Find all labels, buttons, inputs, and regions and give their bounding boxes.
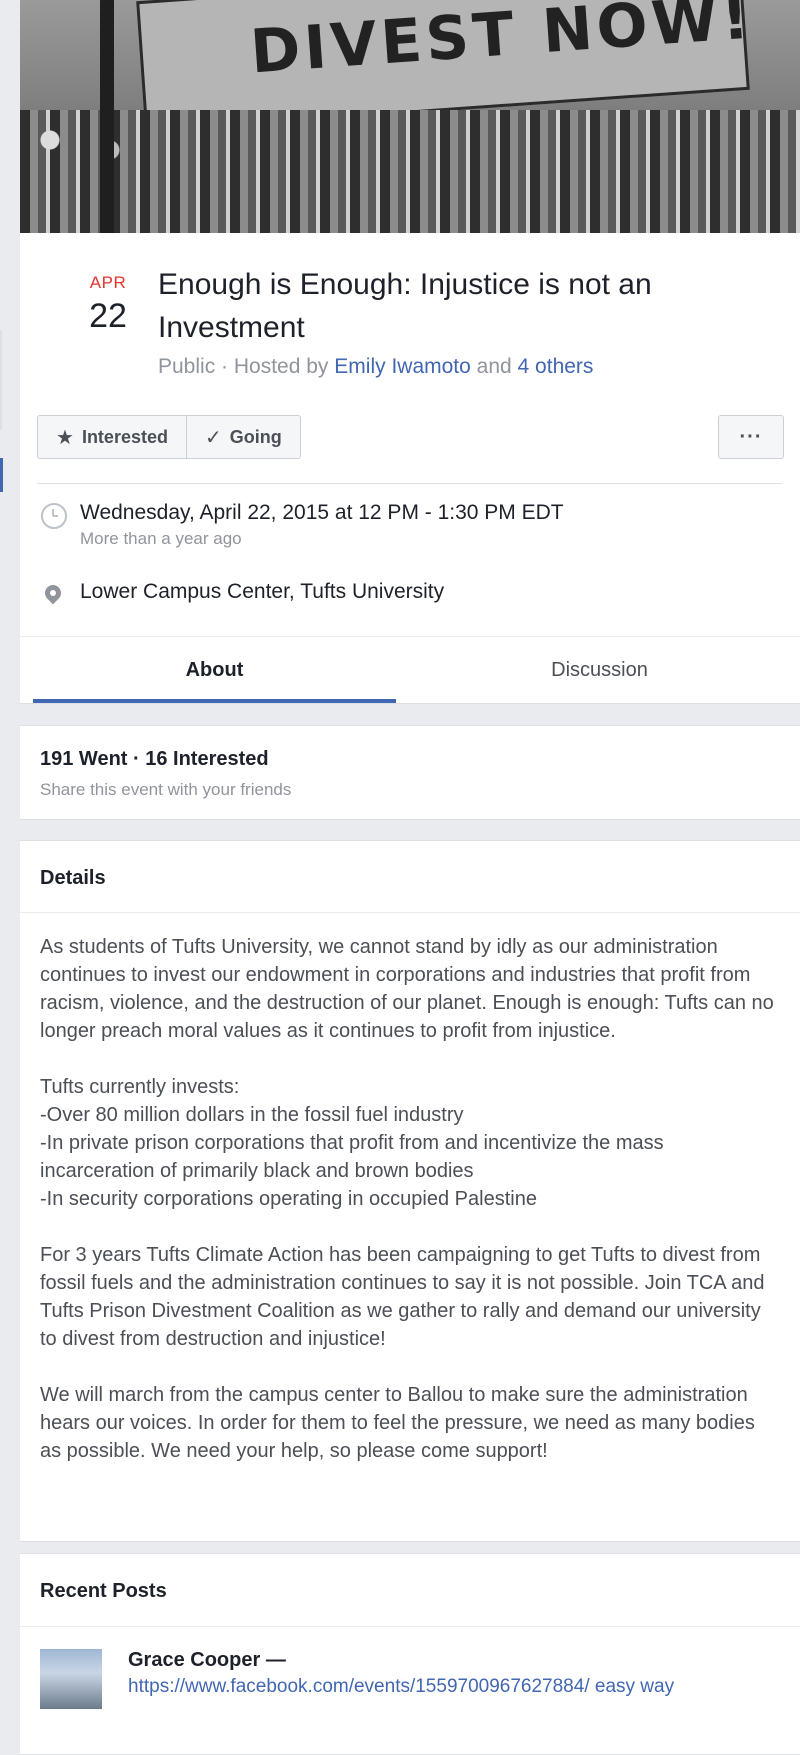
- separator-dot: ·: [221, 355, 234, 378]
- event-location-row[interactable]: Lower Campus Center, Tufts University: [37, 580, 782, 633]
- recent-posts-divider: [20, 1626, 800, 1627]
- details-paragraph: For 3 years Tufts Climate Action has bee…: [40, 1244, 765, 1350]
- event-tabs: About Discussion: [20, 636, 800, 703]
- host-line: Public · Hosted by Emily Iwamoto and 4 o…: [158, 355, 593, 379]
- star-icon: ★: [56, 426, 74, 449]
- interested-button[interactable]: ★ Interested: [38, 416, 186, 458]
- details-body: As students of Tufts University, we cann…: [40, 933, 780, 1493]
- header-divider: [37, 483, 782, 484]
- privacy-label: Public: [158, 355, 216, 378]
- rsvp-button-group: ★ Interested ✓ Going: [37, 415, 301, 459]
- avatar[interactable]: [40, 1649, 102, 1709]
- recent-posts-title: Recent Posts: [40, 1580, 167, 1602]
- details-paragraph: Tufts currently invests: -Over 80 millio…: [40, 1076, 664, 1210]
- post-link[interactable]: https://www.facebook.com/events/15597009…: [128, 1676, 674, 1698]
- more-options-button[interactable]: ···: [718, 415, 784, 459]
- cover-tree: [100, 0, 114, 233]
- details-paragraph: As students of Tufts University, we cann…: [40, 936, 774, 1042]
- details-divider: [20, 912, 800, 913]
- cover-crowd: [20, 110, 800, 233]
- hosted-by-label: Hosted by: [233, 355, 329, 378]
- left-edge-active-indicator: [0, 458, 3, 492]
- share-prompt: Share this event with your friends: [40, 780, 292, 799]
- event-month: APR: [89, 273, 127, 292]
- event-relative-time: More than a year ago: [80, 529, 242, 548]
- attendance-card: 191 Went · 16 Interested Share this even…: [20, 725, 800, 820]
- details-card: Details As students of Tufts University,…: [20, 840, 800, 1542]
- tab-about[interactable]: About: [33, 637, 396, 703]
- tab-discussion[interactable]: Discussion: [418, 637, 781, 703]
- attendance-summary[interactable]: 191 Went · 16 Interested: [40, 748, 269, 771]
- and-label: and: [476, 355, 512, 378]
- event-datetime: Wednesday, April 22, 2015 at 12 PM - 1:3…: [80, 501, 564, 524]
- going-button[interactable]: ✓ Going: [185, 416, 300, 458]
- left-edge-panel: [0, 0, 20, 1688]
- going-label: Going: [229, 426, 282, 447]
- post-author-name[interactable]: Grace Cooper —: [128, 1649, 286, 1672]
- left-edge-divider: [0, 330, 2, 430]
- cover-photo[interactable]: DIVEST NOW!: [20, 0, 800, 233]
- event-date: APR 22: [65, 273, 151, 336]
- details-paragraph: We will march from the campus center to …: [40, 1384, 755, 1462]
- checkmark-icon: ✓: [204, 426, 222, 449]
- details-title: Details: [40, 867, 106, 889]
- event-header-card: APR 22 Enough is Enough: Injustice is no…: [20, 233, 800, 704]
- event-time-row[interactable]: Wednesday, April 22, 2015 at 12 PM - 1:3…: [37, 501, 782, 573]
- event-location: Lower Campus Center, Tufts University: [80, 580, 445, 603]
- event-title: Enough is Enough: Injustice is not an In…: [158, 268, 652, 344]
- event-day: 22: [89, 297, 127, 335]
- recent-posts-card: Recent Posts Grace Cooper — https://www.…: [20, 1553, 800, 1755]
- others-link[interactable]: 4 others: [518, 355, 594, 378]
- interested-label: Interested: [81, 426, 168, 447]
- host-name-link[interactable]: Emily Iwamoto: [334, 355, 471, 378]
- more-dots-icon: ···: [739, 425, 763, 448]
